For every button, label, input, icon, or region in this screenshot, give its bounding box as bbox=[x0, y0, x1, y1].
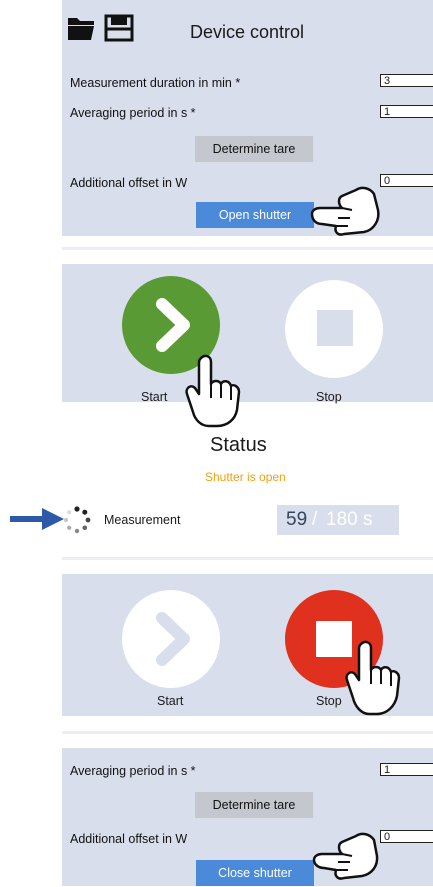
stop-label: Stop bbox=[316, 390, 342, 404]
hand-pointer-icon bbox=[308, 180, 382, 243]
stop-button[interactable] bbox=[285, 280, 383, 378]
divider bbox=[62, 247, 433, 250]
shutter-status: Shutter is open bbox=[205, 470, 286, 484]
averaging-input[interactable]: 1 bbox=[380, 763, 433, 776]
divider bbox=[62, 557, 433, 560]
measurement-progress: 59 / 180 s bbox=[277, 505, 399, 535]
folder-icon[interactable] bbox=[66, 14, 96, 47]
stop-label: Stop bbox=[316, 694, 342, 708]
open-shutter-button[interactable]: Open shutter bbox=[196, 202, 314, 228]
divider bbox=[62, 731, 433, 734]
duration-input[interactable]: 3 bbox=[380, 74, 433, 87]
panel-title: Device control bbox=[190, 22, 305, 42]
close-shutter-button[interactable]: Close shutter bbox=[196, 860, 314, 886]
measurement-label: Measurement bbox=[104, 513, 181, 527]
start-stop-panel: Start Stop bbox=[62, 264, 433, 404]
averaging-label: Averaging period in s * bbox=[70, 764, 196, 778]
elapsed-seconds: 59 bbox=[286, 509, 308, 530]
offset-label: Additional offset in W bbox=[70, 176, 188, 190]
arrow-right-icon bbox=[10, 506, 64, 537]
averaging-label: Averaging period in s * bbox=[70, 106, 196, 120]
total-seconds: 180 s bbox=[326, 509, 373, 530]
start-label: Start bbox=[141, 390, 168, 404]
averaging-input[interactable]: 1 bbox=[380, 105, 433, 118]
start-button[interactable] bbox=[122, 590, 220, 688]
determine-tare-button[interactable]: Determine tare bbox=[195, 136, 313, 162]
status-heading: Status bbox=[210, 434, 267, 456]
loading-spinner-icon bbox=[62, 505, 92, 540]
offset-label: Additional offset in W bbox=[70, 832, 188, 846]
progress-separator: / bbox=[312, 509, 318, 530]
determine-tare-button[interactable]: Determine tare bbox=[195, 792, 313, 818]
hand-pointer-icon bbox=[345, 640, 401, 721]
start-label: Start bbox=[157, 694, 184, 708]
stop-square-icon bbox=[317, 310, 353, 346]
chevron-right-icon bbox=[156, 612, 190, 666]
save-icon[interactable] bbox=[104, 14, 134, 47]
offset-input[interactable]: 0 bbox=[380, 830, 433, 843]
duration-label: Measurement duration in min * bbox=[70, 76, 241, 90]
hand-pointer-icon bbox=[185, 354, 241, 433]
hand-pointer-icon bbox=[310, 826, 380, 887]
offset-input[interactable]: 0 bbox=[380, 174, 433, 187]
